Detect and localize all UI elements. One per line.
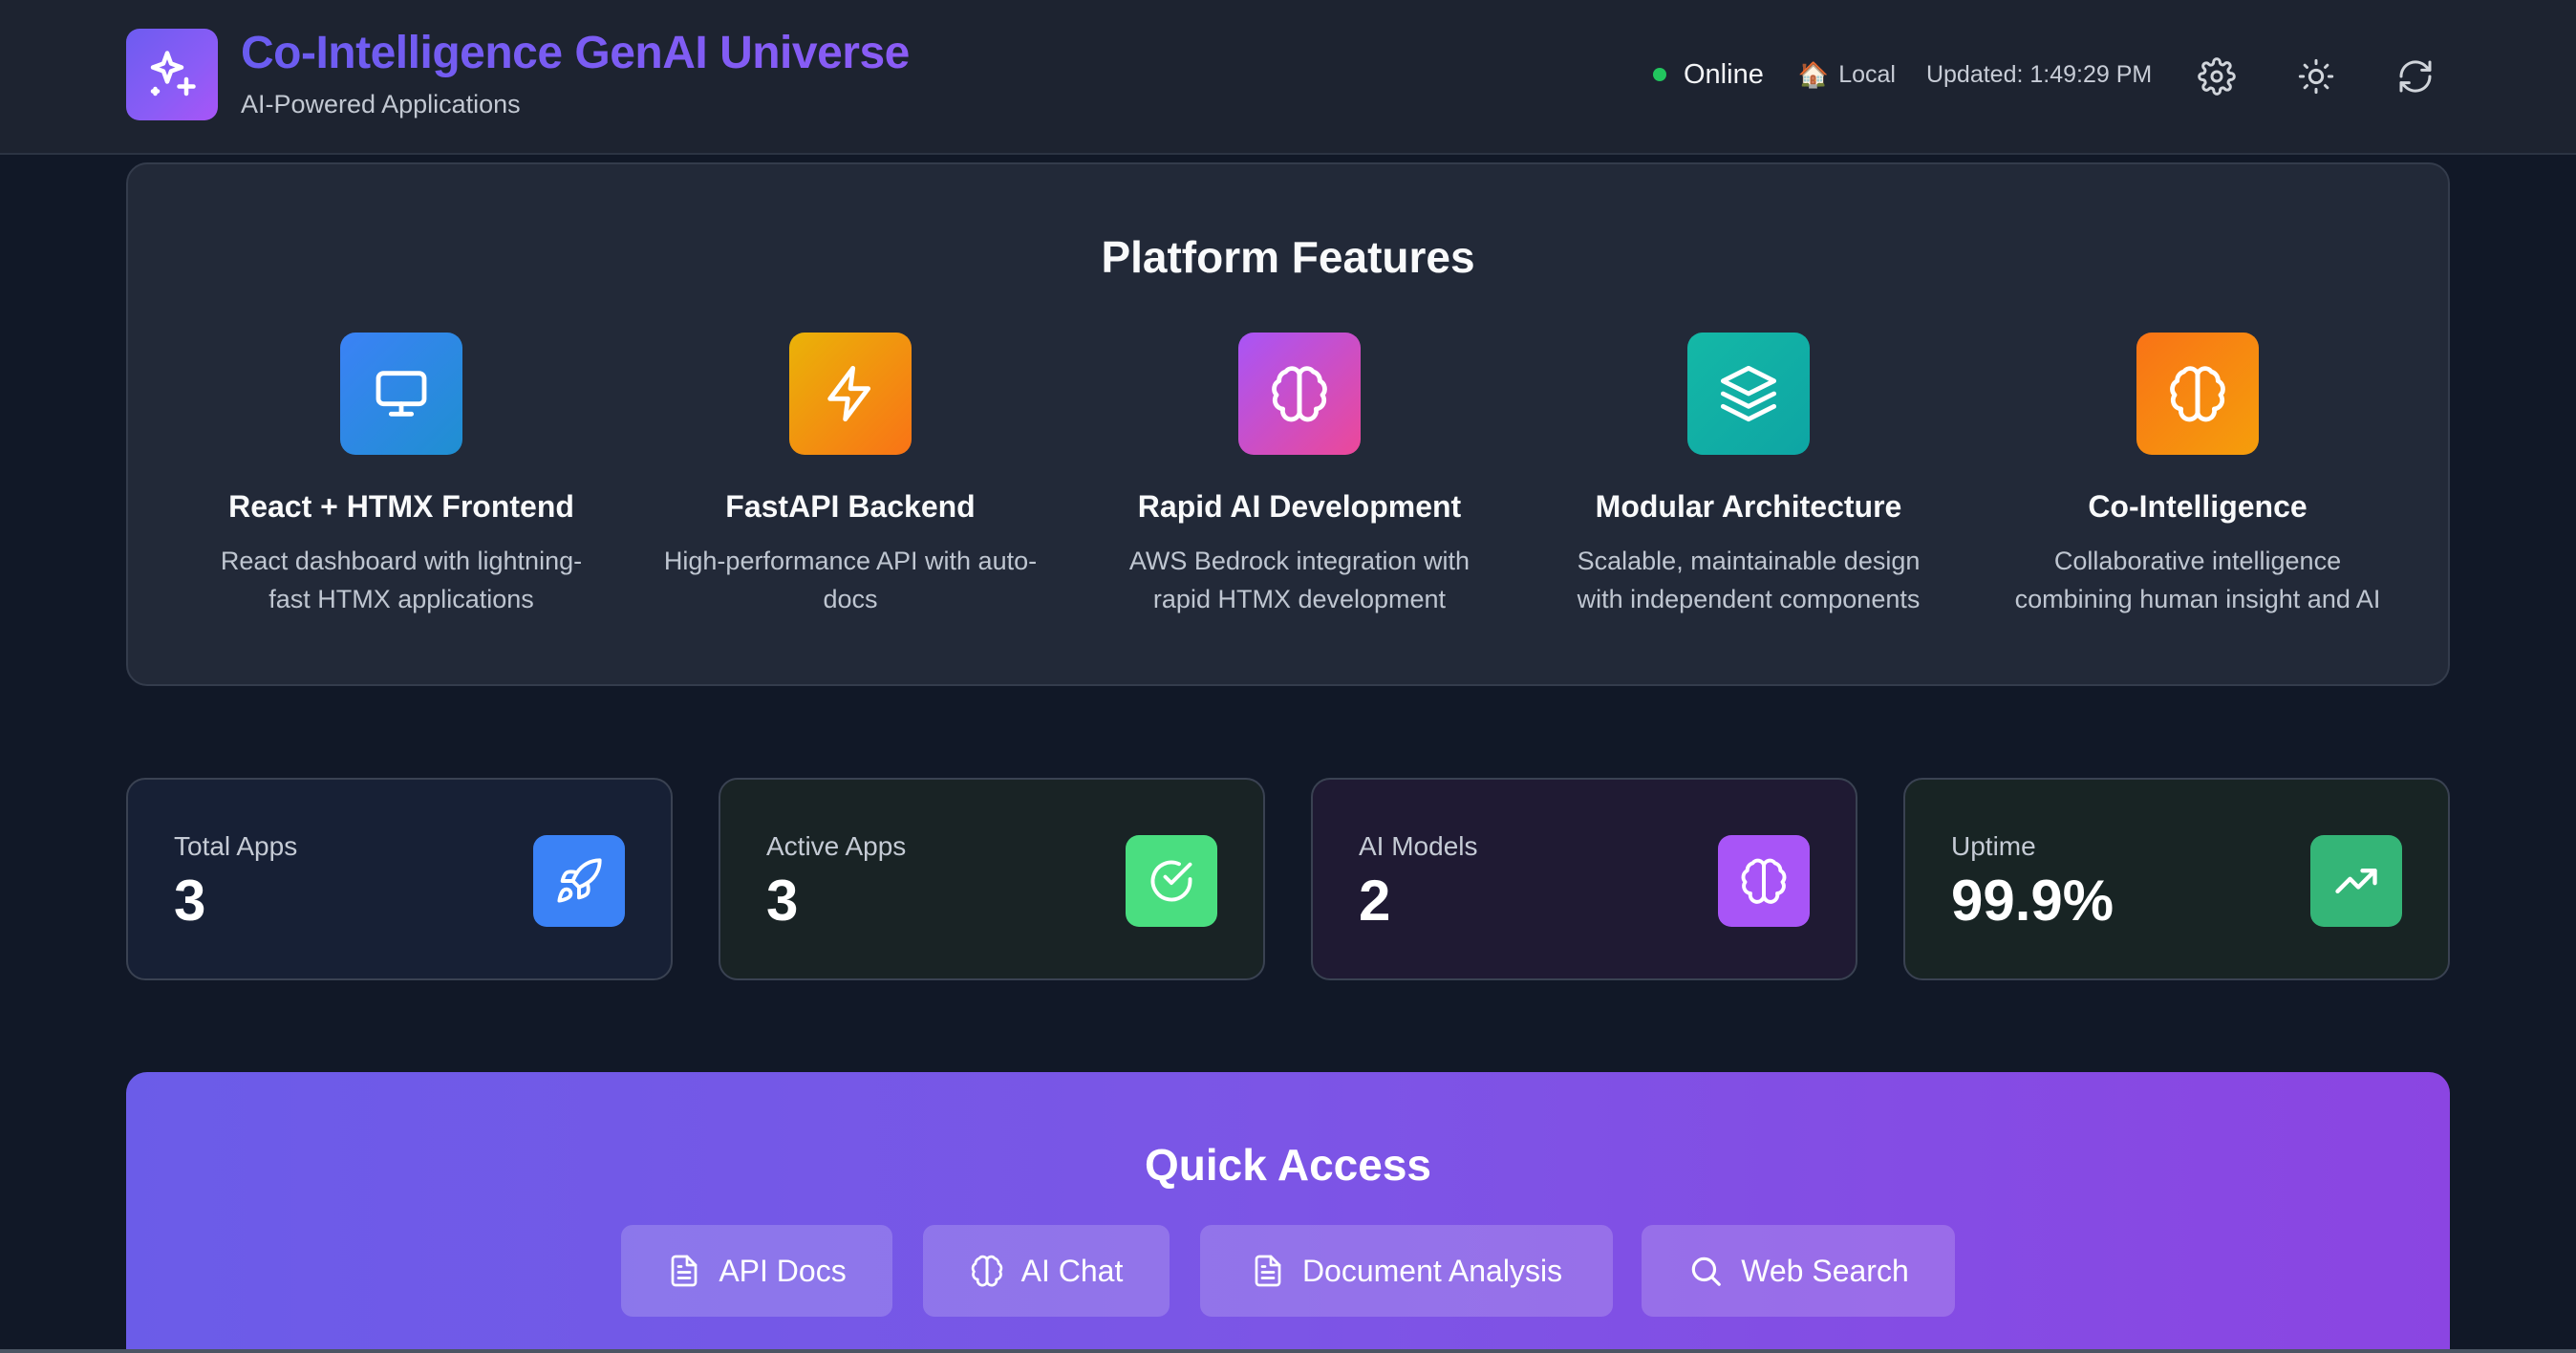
- window-bottom-edge: [0, 1349, 2576, 1353]
- brain-icon: [2170, 366, 2225, 422]
- feature-description: Collaborative intelligence combining hum…: [2014, 547, 2381, 613]
- document-icon: [1255, 1255, 1281, 1287]
- feature-title: FastAPI Backend: [725, 489, 976, 524]
- stat-value: 99.9%: [1951, 869, 2114, 933]
- stat-card-active-apps: Active Apps 3: [719, 778, 1265, 980]
- trending-up-icon: [2335, 869, 2377, 893]
- brain-icon: [1741, 858, 1787, 904]
- stat-card-uptime: Uptime 99.9%: [1903, 778, 2450, 980]
- api-docs-button[interactable]: API Docs: [621, 1225, 892, 1317]
- feature-title: React + HTMX Frontend: [228, 489, 574, 524]
- stat-label: AI Models: [1359, 831, 1478, 861]
- feature-title: Rapid AI Development: [1137, 489, 1462, 524]
- app-title: Co-Intelligence GenAI Universe: [241, 28, 910, 78]
- feature-card-ai-dev: Rapid AI Development AWS Bedrock integra…: [1089, 333, 1510, 618]
- feature-description: High-performance API with auto-docs: [663, 547, 1038, 613]
- app-subtitle: AI-Powered Applications: [241, 90, 521, 118]
- theme-toggle-button[interactable]: [2291, 52, 2341, 101]
- status-text: Online: [1684, 58, 1764, 90]
- feature-icon-box: [1238, 333, 1361, 455]
- feature-title: Co-Intelligence: [2088, 489, 2308, 524]
- brain-icon: [971, 1255, 1002, 1287]
- web-search-button[interactable]: Web Search: [1642, 1225, 1955, 1317]
- dashboard-page: Co-Intelligence GenAI Universe AI-Powere…: [0, 0, 2576, 1353]
- button-label: API Docs: [719, 1253, 847, 1288]
- features-title: Platform Features: [1101, 232, 1475, 282]
- refresh-button[interactable]: [2391, 52, 2440, 101]
- stat-icon-box: [2310, 835, 2402, 927]
- brain-icon: [1272, 366, 1327, 422]
- online-status-dot: [1653, 68, 1666, 81]
- stat-label: Active Apps: [766, 831, 907, 861]
- feature-icon-box: [789, 333, 912, 455]
- stat-icon-box: [1126, 835, 1217, 927]
- feature-card-frontend: React + HTMX Frontend React dashboard wi…: [191, 333, 612, 618]
- refresh-icon: [2399, 60, 2432, 93]
- lightning-bolt-icon: [827, 365, 871, 422]
- feature-card-modular: Modular Architecture Scalable, maintaina…: [1538, 333, 1959, 618]
- rocket-icon: [557, 858, 602, 903]
- settings-button[interactable]: [2192, 52, 2242, 101]
- check-circle-icon: [1150, 860, 1192, 902]
- stat-icon-box: [1718, 835, 1810, 927]
- status-bar: Online 🏠 Local Updated: 1:49:29 PM: [1653, 55, 2152, 94]
- stat-card-total-apps: Total Apps 3: [126, 778, 673, 980]
- settings-gear-icon: [2198, 57, 2236, 96]
- button-label: AI Chat: [1020, 1253, 1124, 1288]
- environment-label: Local: [1838, 60, 1896, 88]
- stat-value: 3: [174, 869, 206, 933]
- quick-access-title: Quick Access: [1144, 1140, 1432, 1190]
- layers-icon: [1720, 365, 1777, 422]
- ai-chat-button[interactable]: AI Chat: [923, 1225, 1170, 1317]
- feature-icon-box: [1687, 333, 1810, 455]
- stat-value: 2: [1359, 869, 1391, 933]
- feature-description: Scalable, maintainable design with indep…: [1577, 547, 1921, 613]
- button-label: Web Search: [1741, 1253, 1909, 1288]
- stat-value: 3: [766, 869, 799, 933]
- stat-label: Total Apps: [174, 831, 298, 861]
- feature-description: React dashboard with lightning-fast HTMX…: [220, 547, 583, 613]
- document-icon: [671, 1255, 698, 1287]
- last-updated: Updated: 1:49:29 PM: [1925, 60, 2153, 88]
- app-header: Co-Intelligence GenAI Universe AI-Powere…: [0, 0, 2576, 155]
- feature-description: AWS Bedrock integration with rapid HTMX …: [1128, 547, 1470, 613]
- stat-card-ai-models: AI Models 2: [1311, 778, 1857, 980]
- feature-icon-box: [2136, 333, 2259, 455]
- sparkles-icon: [150, 51, 196, 97]
- app-logo[interactable]: [126, 29, 218, 120]
- quick-access-panel: Quick Access API Docs AI Chat Document A…: [126, 1072, 2450, 1353]
- button-label: Document Analysis: [1301, 1253, 1563, 1288]
- feature-icon-box: [340, 333, 462, 455]
- sun-icon: [2298, 58, 2334, 95]
- feature-card-backend: FastAPI Backend High-performance API wit…: [640, 333, 1061, 618]
- stat-icon-box: [533, 835, 625, 927]
- feature-card-co-intelligence: Co-Intelligence Collaborative intelligen…: [1987, 333, 2408, 618]
- feature-title: Modular Architecture: [1595, 489, 1902, 524]
- document-analysis-button[interactable]: Document Analysis: [1200, 1225, 1613, 1317]
- platform-features-panel: Platform Features React + HTMX Frontend …: [126, 162, 2450, 686]
- stat-label: Uptime: [1951, 831, 2036, 861]
- house-icon: 🏠: [1797, 59, 1830, 89]
- monitor-icon: [376, 371, 427, 417]
- search-icon: [1692, 1256, 1722, 1286]
